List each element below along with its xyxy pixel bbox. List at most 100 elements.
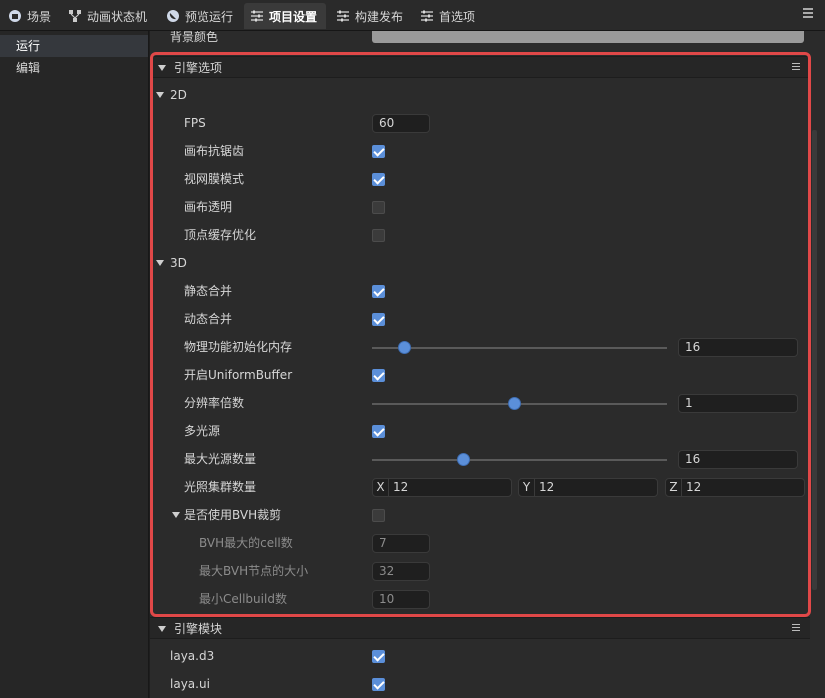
background-color-swatch[interactable] <box>372 31 804 43</box>
preview-icon <box>166 9 180 23</box>
max-lights-row: 最大光源数量 16 <box>150 445 810 473</box>
x-axis-label: X <box>373 479 389 496</box>
physics-memory-slider-thumb[interactable] <box>398 341 412 354</box>
vertex-cache-checkbox[interactable] <box>372 229 385 242</box>
min-cellbuild-row: 最小Cellbuild数 10 <box>150 585 810 613</box>
tab-build-publish[interactable]: 构建发布 <box>330 3 410 29</box>
dynamic-batch-checkbox[interactable] <box>372 313 385 326</box>
background-color-row: 背景颜色 <box>150 31 810 48</box>
module-checkbox[interactable] <box>372 650 385 663</box>
tab-label: 首选项 <box>439 9 476 24</box>
tab-label: 项目设置 <box>269 9 318 24</box>
bvh-max-node-label: 最大BVH节点的大小 <box>199 564 309 578</box>
retina-label: 视网膜模式 <box>184 172 245 186</box>
canvas-transparent-label: 画布透明 <box>184 200 233 214</box>
cluster-y-value: 12 <box>539 480 555 494</box>
module-row: laya.ui <box>150 670 810 698</box>
light-cluster-label: 光照集群数量 <box>184 480 257 494</box>
bvh-max-node-row: 最大BVH节点的大小 32 <box>150 557 810 585</box>
resolution-input[interactable]: 1 <box>678 394 798 413</box>
physics-memory-slider-track[interactable] <box>372 347 667 349</box>
group-3d-row[interactable]: 3D <box>150 249 810 277</box>
static-batch-label: 静态合并 <box>184 284 233 298</box>
vertex-cache-row: 顶点缓存优化 <box>150 221 810 249</box>
resolution-label: 分辨率倍数 <box>184 396 245 410</box>
multi-light-checkbox[interactable] <box>372 425 385 438</box>
background-color-label: 背景颜色 <box>170 31 219 44</box>
resolution-slider-thumb[interactable] <box>507 397 521 410</box>
module-label: laya.ui <box>170 677 210 691</box>
engine-modules-title: 引擎模块 <box>174 622 223 636</box>
retina-row: 视网膜模式 <box>150 165 810 193</box>
hamburger-menu-icon[interactable] <box>803 8 813 18</box>
tab-state-machine[interactable]: 动画状态机 <box>62 3 156 29</box>
min-cellbuild-label: 最小Cellbuild数 <box>199 592 287 606</box>
vertex-cache-label: 顶点缓存优化 <box>184 228 257 242</box>
uniform-buffer-label: 开启UniformBuffer <box>184 368 293 382</box>
dynamic-batch-label: 动态合并 <box>184 312 233 326</box>
static-batch-checkbox[interactable] <box>372 285 385 298</box>
tab-preview[interactable]: 预览运行 <box>160 3 240 29</box>
resolution-row: 分辨率倍数 1 <box>150 389 810 417</box>
tab-label: 预览运行 <box>185 9 234 24</box>
bvh-max-cell-row: BVH最大的cell数 7 <box>150 529 810 557</box>
fps-input[interactable]: 60 <box>372 114 430 133</box>
max-lights-input[interactable]: 16 <box>678 450 798 469</box>
canvas-transparent-checkbox[interactable] <box>372 201 385 214</box>
canvas-antialias-checkbox[interactable] <box>372 145 385 158</box>
tab-label: 构建发布 <box>355 9 404 24</box>
multi-light-row: 多光源 <box>150 417 810 445</box>
section-menu-icon[interactable] <box>792 63 800 72</box>
physics-memory-label: 物理功能初始化内存 <box>184 340 293 354</box>
max-lights-slider-track[interactable] <box>372 459 667 461</box>
vertical-scrollbar[interactable] <box>812 130 817 590</box>
fps-row: FPS 60 <box>150 109 810 137</box>
settings-sliders-icon <box>250 9 264 23</box>
sidebar-item-run[interactable]: 运行 <box>0 35 148 57</box>
bvh-checkbox[interactable] <box>372 509 385 522</box>
uniform-buffer-row: 开启UniformBuffer <box>150 361 810 389</box>
group-2d-row[interactable]: 2D <box>150 81 810 109</box>
module-label: laya.d3 <box>170 649 215 663</box>
tab-preferences[interactable]: 首选项 <box>414 3 482 29</box>
module-checkbox[interactable] <box>372 678 385 691</box>
bvh-max-cell-label: BVH最大的cell数 <box>199 536 293 550</box>
static-batch-row: 静态合并 <box>150 277 810 305</box>
physics-memory-row: 物理功能初始化内存 16 <box>150 333 810 361</box>
group-3d-label: 3D <box>170 256 187 270</box>
tab-scene[interactable]: 场景 <box>2 3 58 29</box>
physics-memory-input[interactable]: 16 <box>678 338 798 357</box>
bvh-max-node-input[interactable]: 32 <box>372 562 430 581</box>
tab-project-settings[interactable]: 项目设置 <box>244 3 326 29</box>
engine-options-title: 引擎选项 <box>174 61 223 75</box>
multi-light-label: 多光源 <box>184 424 221 438</box>
engine-modules-header[interactable]: 引擎模块 <box>150 617 810 639</box>
min-cellbuild-input[interactable]: 10 <box>372 590 430 609</box>
settings-sidebar: 运行 编辑 <box>0 31 149 698</box>
state-machine-icon <box>68 9 82 23</box>
retina-checkbox[interactable] <box>372 173 385 186</box>
canvas-transparent-row: 画布透明 <box>150 193 810 221</box>
uniform-buffer-checkbox[interactable] <box>372 369 385 382</box>
module-row: laya.d3 <box>150 642 810 670</box>
max-lights-slider-thumb[interactable] <box>457 453 471 466</box>
collapse-arrow-icon <box>158 65 166 71</box>
canvas-antialias-row: 画布抗锯齿 <box>150 137 810 165</box>
section-menu-icon[interactable] <box>792 624 800 633</box>
build-sliders-icon <box>336 9 350 23</box>
sidebar-item-edit[interactable]: 编辑 <box>0 57 148 79</box>
scene-icon <box>8 9 22 23</box>
group-2d-label: 2D <box>170 88 187 102</box>
tab-label: 场景 <box>27 9 52 24</box>
collapse-arrow-icon[interactable] <box>172 512 180 518</box>
collapse-arrow-icon <box>158 626 166 632</box>
light-cluster-row: 光照集群数量 X 12 Y 12 Z 12 <box>150 473 810 501</box>
bvh-max-cell-input[interactable]: 7 <box>372 534 430 553</box>
cluster-x-field[interactable]: X 12 <box>372 478 512 497</box>
cluster-y-field[interactable]: Y 12 <box>518 478 658 497</box>
cluster-z-value: 12 <box>686 480 702 494</box>
engine-options-header[interactable]: 引擎选项 <box>150 56 810 78</box>
dynamic-batch-row: 动态合并 <box>150 305 810 333</box>
canvas-antialias-label: 画布抗锯齿 <box>184 144 245 158</box>
cluster-z-field[interactable]: Z 12 <box>665 478 805 497</box>
